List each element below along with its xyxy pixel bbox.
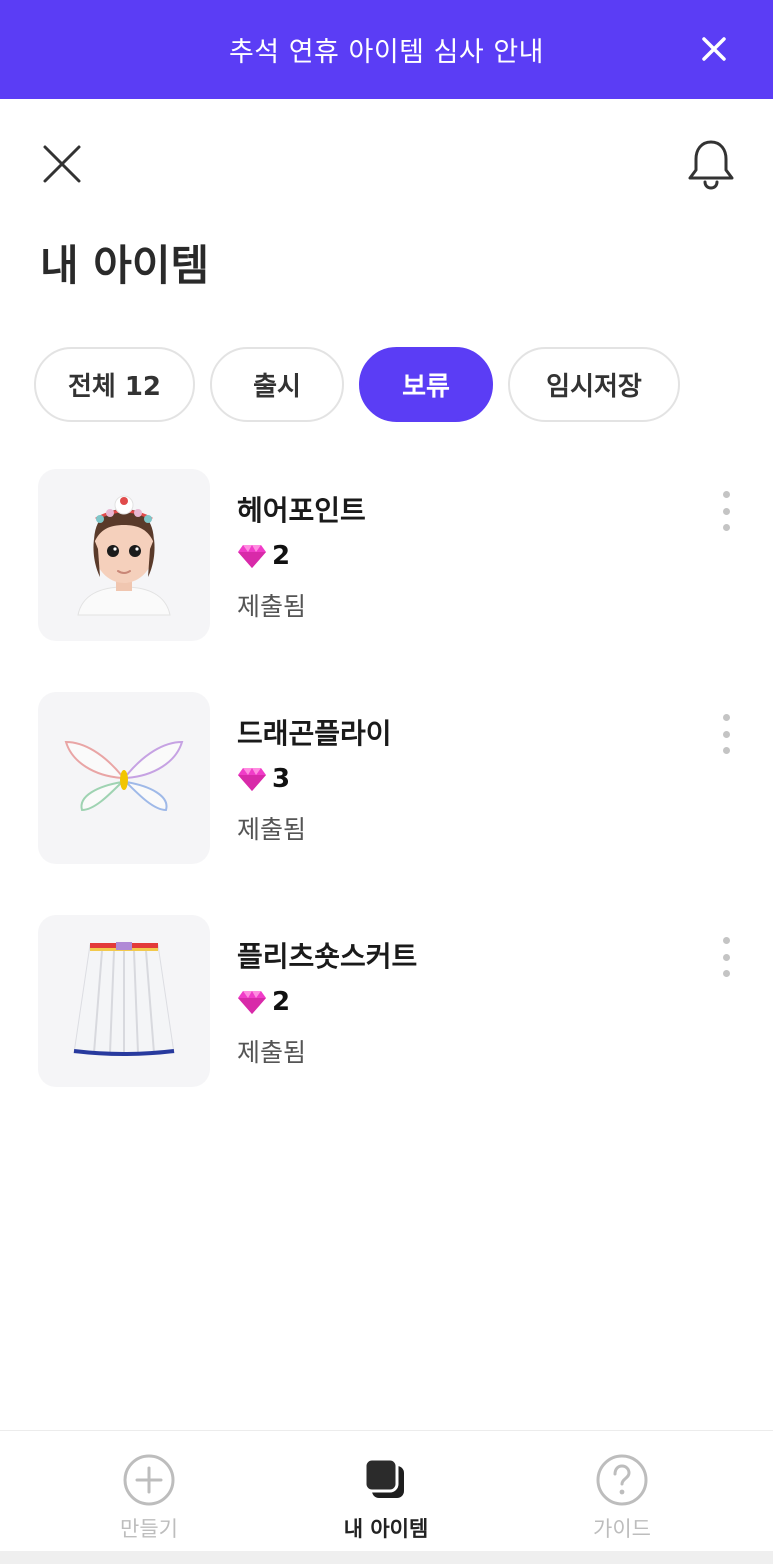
nav-my-items-label: 내 아이템 (343, 1517, 429, 1541)
more-options-icon[interactable] (714, 937, 738, 977)
item-thumbnail[interactable] (38, 692, 210, 864)
item-name: 드래곤플라이 (237, 717, 392, 750)
bell-icon[interactable] (684, 136, 738, 192)
tab-release[interactable]: 출시 (210, 347, 344, 422)
gem-icon (238, 991, 266, 1014)
list-item[interactable]: 플리츠숏스커트 2 제출됨 (38, 915, 738, 1087)
page: 추석 연휴 아이템 심사 안내 내 아이템 전체 12 출시 보류 임시저장 헤… (0, 0, 773, 1564)
price-value: 2 (272, 541, 291, 571)
banner-text: 추석 연휴 아이템 심사 안내 (228, 37, 545, 68)
item-status: 제출됨 (237, 815, 307, 844)
item-price: 2 (237, 541, 290, 571)
gem-icon (238, 768, 266, 791)
plus-circle-icon (123, 1454, 175, 1506)
tab-all[interactable]: 전체 12 (34, 347, 195, 422)
question-circle-icon (596, 1454, 648, 1506)
price-value: 3 (272, 764, 291, 794)
banner-close-icon[interactable] (695, 30, 733, 68)
list-item[interactable]: 드래곤플라이 3 제출됨 (38, 692, 738, 864)
close-icon[interactable] (40, 142, 84, 186)
item-name: 플리츠숏스커트 (237, 940, 418, 973)
tab-hold[interactable]: 보류 (359, 347, 493, 422)
more-options-icon[interactable] (714, 491, 738, 531)
pleated-skirt-icon (73, 942, 175, 1056)
item-thumbnail[interactable] (38, 915, 210, 1087)
nav-my-items[interactable]: 내 아이템 (316, 1453, 456, 1548)
nav-guide[interactable]: 가이드 (552, 1453, 692, 1548)
price-value: 2 (272, 987, 291, 1017)
nav-create-label: 만들기 (120, 1517, 178, 1541)
page-title: 내 아이템 (40, 241, 210, 290)
bottom-nav: 만들기 내 아이템 가이드 (0, 1430, 773, 1551)
item-price: 3 (237, 764, 290, 794)
avatar-hair-accessory-icon (77, 495, 171, 616)
stacked-squares-icon (363, 1457, 404, 1498)
tab-draft[interactable]: 임시저장 (508, 347, 680, 422)
nav-guide-label: 가이드 (593, 1517, 651, 1541)
more-options-icon[interactable] (714, 714, 738, 754)
system-bar (0, 1551, 773, 1564)
dragonfly-wings-icon (64, 740, 184, 812)
nav-create[interactable]: 만들기 (79, 1453, 219, 1548)
item-price: 2 (237, 987, 290, 1017)
item-name: 헤어포인트 (237, 494, 366, 527)
item-status: 제출됨 (237, 592, 307, 621)
item-status: 제출됨 (237, 1038, 307, 1067)
list-item[interactable]: 헤어포인트 2 제출됨 (38, 469, 738, 641)
item-thumbnail[interactable] (38, 469, 210, 641)
notice-banner[interactable]: 추석 연휴 아이템 심사 안내 (0, 0, 773, 99)
gem-icon (238, 545, 266, 568)
